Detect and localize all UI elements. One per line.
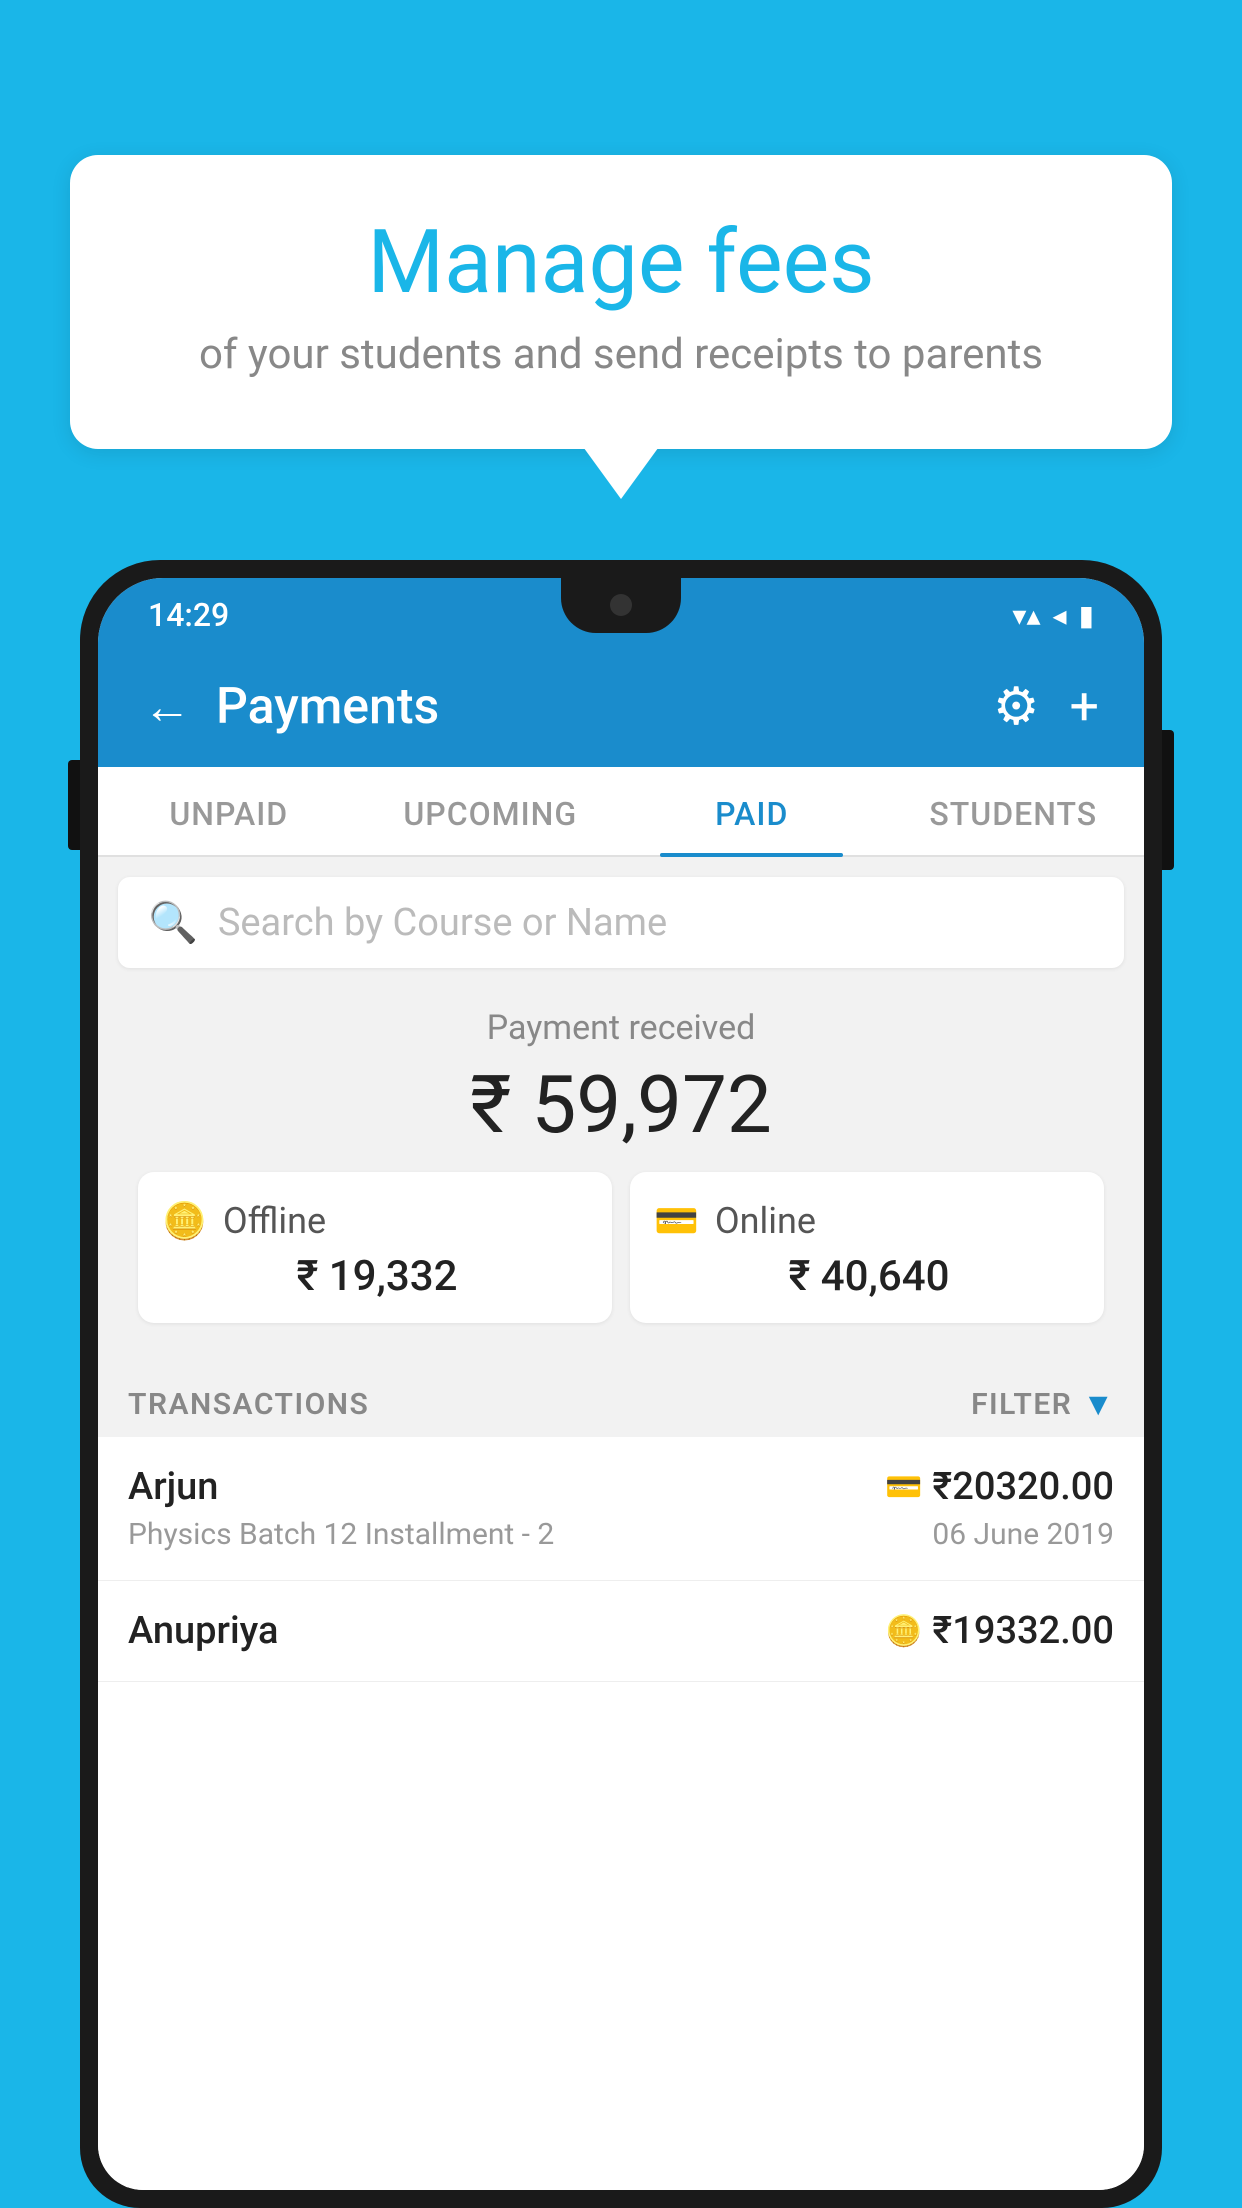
table-row[interactable]: Anupriya 🪙 ₹19332.00 [98,1581,1144,1682]
app-header: ← Payments ⚙ + [98,646,1144,767]
offline-card: 🪙 Offline ₹ 19,332 [138,1172,612,1323]
bubble-title: Manage fees [150,215,1092,312]
header-right: ⚙ + [993,676,1099,737]
phone-outer: 14:29 ▾▴ ◂ ▮ ← Payments ⚙ + [80,560,1162,2208]
search-bar[interactable]: 🔍 Search by Course or Name [118,877,1124,968]
phone-mockup: 14:29 ▾▴ ◂ ▮ ← Payments ⚙ + [80,560,1162,2208]
tab-upcoming[interactable]: UPCOMING [360,767,622,855]
back-button[interactable]: ← [143,678,191,735]
settings-icon[interactable]: ⚙ [993,676,1040,737]
transaction-right-arjun: 💳 ₹20320.00 06 June 2019 [885,1465,1114,1552]
power-button [1162,730,1174,870]
filter-group[interactable]: FILTER ▼ [971,1385,1114,1423]
transaction-name: Anupriya [128,1609,278,1653]
status-icons: ▾▴ ◂ ▮ [1012,599,1094,632]
online-amount: ₹ 40,640 [654,1252,1080,1301]
page-title: Payments [216,678,439,736]
speech-bubble: Manage fees of your students and send re… [70,155,1172,449]
transaction-name: Arjun [128,1465,554,1509]
tab-students[interactable]: STUDENTS [883,767,1145,855]
transaction-date: 06 June 2019 [932,1517,1114,1552]
offline-card-header: 🪙 Offline [162,1200,588,1242]
tab-paid[interactable]: PAID [621,767,883,855]
search-input[interactable]: Search by Course or Name [218,901,667,945]
payment-type-icon: 💳 [885,1470,922,1505]
online-card: 💳 Online ₹ 40,640 [630,1172,1104,1323]
header-left: ← Payments [143,678,439,736]
bubble-subtitle: of your students and send receipts to pa… [150,330,1092,379]
payment-total-amount: ₹ 59,972 [118,1058,1124,1152]
add-button[interactable]: + [1069,676,1099,737]
wifi-icon: ▾▴ [1012,599,1040,632]
offline-label: Offline [223,1200,326,1242]
transactions-header: TRANSACTIONS FILTER ▼ [98,1367,1144,1437]
transaction-left-anupriya: Anupriya [128,1609,278,1653]
transaction-amount: ₹20320.00 [932,1465,1114,1509]
payment-method-cards: 🪙 Offline ₹ 19,332 💳 Online ₹ 40,640 [118,1172,1124,1347]
filter-icon: ▼ [1082,1385,1114,1423]
battery-icon: ▮ [1079,599,1094,632]
notch [561,578,681,633]
online-label: Online [715,1200,816,1242]
transactions-label: TRANSACTIONS [128,1387,369,1422]
filter-label: FILTER [971,1387,1072,1422]
volume-button [68,760,80,850]
transaction-amount-row: 💳 ₹20320.00 [885,1465,1114,1509]
phone-screen: 14:29 ▾▴ ◂ ▮ ← Payments ⚙ + [98,578,1144,2190]
offline-icon: 🪙 [162,1200,207,1242]
promo-section: Manage fees of your students and send re… [70,155,1172,449]
signal-icon: ◂ [1053,599,1067,632]
transaction-amount: ₹19332.00 [932,1609,1114,1653]
table-row[interactable]: Arjun Physics Batch 12 Installment - 2 💳… [98,1437,1144,1581]
online-card-header: 💳 Online [654,1200,1080,1242]
transaction-amount-row: 🪙 ₹19332.00 [885,1609,1114,1653]
tab-unpaid[interactable]: UNPAID [98,767,360,855]
payment-type-icon: 🪙 [885,1614,922,1649]
transaction-left-arjun: Arjun Physics Batch 12 Installment - 2 [128,1465,554,1552]
search-icon: 🔍 [148,899,198,946]
transaction-detail: Physics Batch 12 Installment - 2 [128,1517,554,1552]
transaction-right-anupriya: 🪙 ₹19332.00 [885,1609,1114,1653]
payment-summary: Payment received ₹ 59,972 🪙 Offline ₹ 19… [98,978,1144,1367]
front-camera [610,594,632,616]
online-icon: 💳 [654,1200,699,1242]
offline-amount: ₹ 19,332 [162,1252,588,1301]
tabs-bar: UNPAID UPCOMING PAID STUDENTS [98,767,1144,857]
status-time: 14:29 [148,596,229,634]
payment-received-label: Payment received [118,1008,1124,1048]
transactions-list: Arjun Physics Batch 12 Installment - 2 💳… [98,1437,1144,2190]
